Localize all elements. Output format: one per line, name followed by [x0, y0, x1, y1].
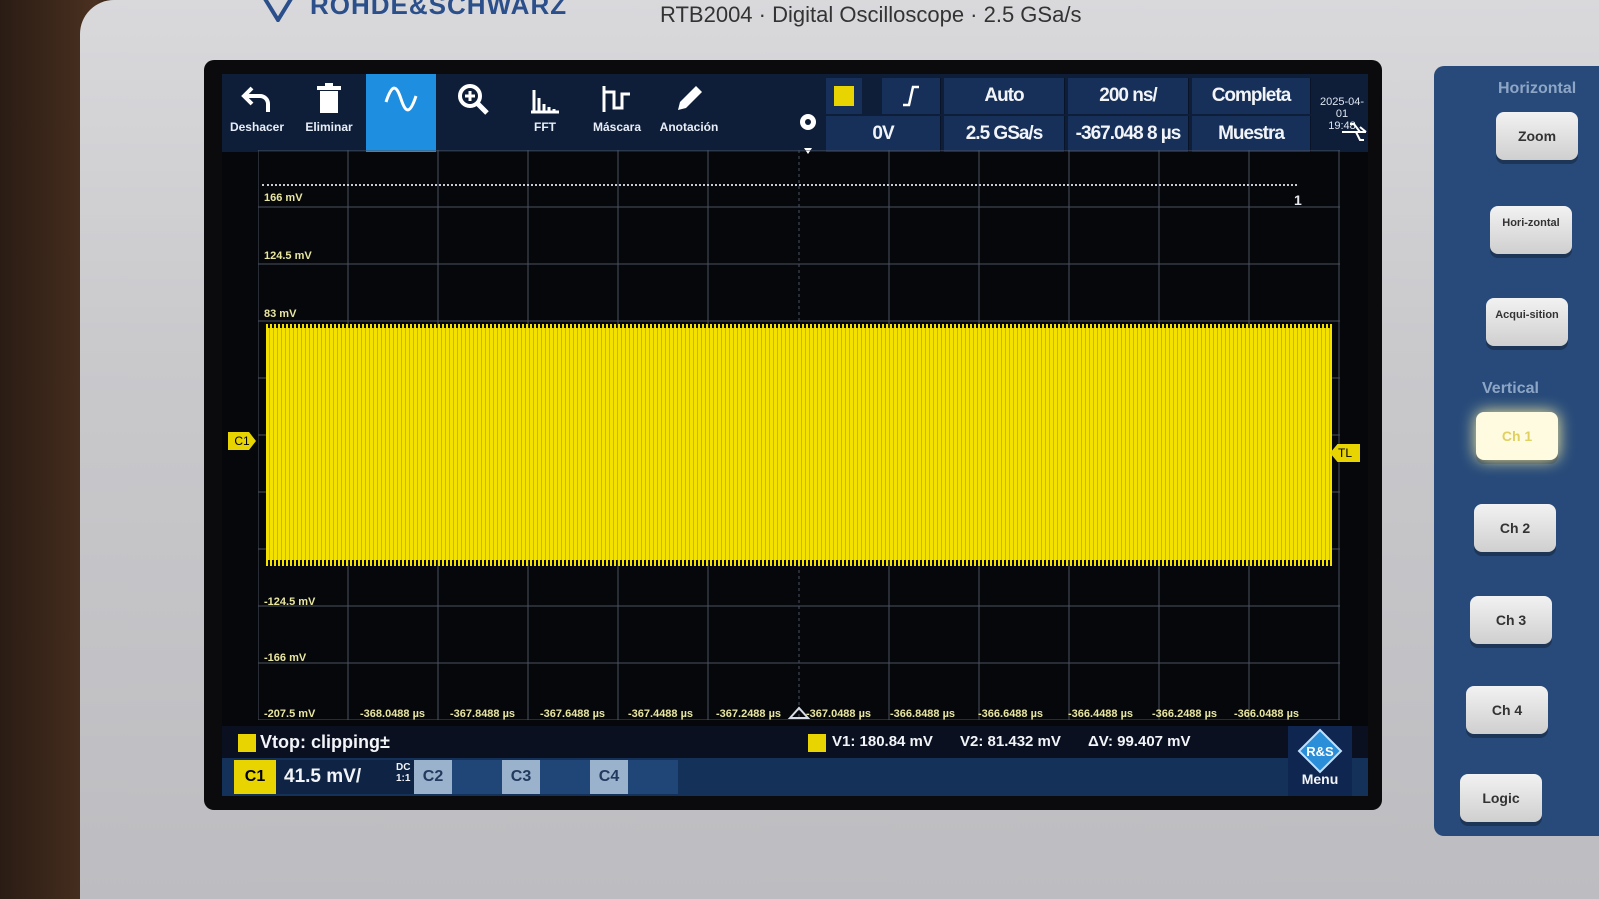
channel-c3-slot[interactable] — [540, 760, 590, 794]
x-label-5: -367.0488 µs — [806, 708, 872, 720]
trigger-source-c1-swatch — [834, 86, 854, 106]
acquisition-type[interactable]: Completa — [1192, 78, 1311, 114]
channel-c2-button[interactable]: C2 — [414, 760, 452, 794]
fft-label: FFT — [534, 120, 556, 134]
brand-bar: ROHDE&SCHWARZ RTB2004 · Digital Oscillos… — [250, 0, 1510, 44]
trash-icon — [317, 83, 341, 113]
y-label-2: 83 mV — [264, 308, 297, 320]
logic-hard-button[interactable]: Logic — [1460, 774, 1542, 822]
clipping-message: Vtop: clipping± — [260, 732, 390, 752]
coupling-label: DC — [396, 762, 411, 773]
channel-c4-button[interactable]: C4 — [590, 760, 628, 794]
usb-icon — [1342, 123, 1367, 141]
cursor-v2[interactable]: V2: 81.432 mV — [960, 733, 1061, 750]
x-label-6: -366.8488 µs — [890, 708, 956, 720]
svg-text:R&S: R&S — [1306, 744, 1334, 759]
rs-logo-icon — [263, 0, 293, 22]
y-label-0: 166 mV — [264, 192, 303, 204]
x-label-9: -366.2488 µs — [1152, 708, 1218, 720]
undo-button[interactable]: Deshacer — [222, 74, 292, 152]
channel-c1-button[interactable]: C1 — [234, 760, 276, 794]
trigger-source-indicator[interactable] — [826, 78, 862, 114]
probe-ratio: 1:1 — [396, 773, 411, 784]
signal-bottom-edge — [266, 558, 1332, 566]
pencil-icon — [678, 86, 702, 110]
cursor-channel-tag — [808, 734, 826, 752]
rising-edge-icon — [903, 85, 919, 107]
side-panel: Horizontal Zoom Hori-zontal Acqui-sition… — [1434, 66, 1599, 836]
zoom-tool-button[interactable] — [438, 74, 508, 152]
x-label-2: -367.6488 µs — [540, 708, 606, 720]
horizontal-hard-button[interactable]: Hori-zontal — [1490, 206, 1572, 254]
zoom-icon — [458, 84, 489, 115]
cursor-delta-v[interactable]: ΔV: 99.407 mV — [1088, 733, 1191, 750]
timebase[interactable]: 200 ns/ — [1068, 78, 1189, 114]
delete-label: Eliminar — [305, 120, 353, 134]
brand-name: ROHDE&SCHWARZ — [310, 0, 568, 20]
channel-c4-slot[interactable] — [628, 760, 678, 794]
horizontal-header: Horizontal — [1498, 80, 1577, 97]
reference-tag: 1 — [1294, 192, 1302, 208]
ch3-hard-button[interactable]: Ch 3 — [1470, 596, 1552, 644]
x-label-3: -367.4488 µs — [628, 708, 694, 720]
time-offset[interactable]: -367.048 8 µs — [1068, 116, 1189, 152]
x-label-10: -366.0488 µs — [1234, 708, 1300, 720]
y-label-4: -166 mV — [264, 652, 307, 664]
fft-icon — [531, 90, 559, 114]
mask-label: Máscara — [592, 120, 642, 134]
x-label-0: -368.0488 µs — [360, 708, 426, 720]
waveform-button[interactable] — [366, 74, 436, 152]
annotation-button[interactable]: Anotación — [654, 74, 724, 152]
y-label-3: -124.5 mV — [264, 596, 316, 608]
trigger-position-icon — [800, 114, 816, 154]
clip-channel-tag — [238, 734, 256, 752]
channel-bar: C1 41.5 mV/ DC 1:1 C2 C3 C4 — [222, 758, 1368, 796]
menu-button[interactable]: R&S Menu — [1288, 726, 1352, 796]
trigger-level-line — [262, 184, 1297, 186]
trigger-mode[interactable]: Auto — [944, 78, 1065, 114]
x-label-1: -367.8488 µs — [450, 708, 516, 720]
c1-waveform — [266, 328, 1332, 560]
waveform-icon — [384, 86, 418, 112]
fft-button[interactable]: FFT — [510, 74, 580, 152]
channel-c2-slot[interactable] — [452, 760, 502, 794]
ch4-hard-button[interactable]: Ch 4 — [1466, 686, 1548, 734]
x-label-7: -366.6488 µs — [978, 708, 1044, 720]
date: 2025-04-01 — [1319, 96, 1365, 120]
y-label-5: -207.5 mV — [264, 708, 316, 720]
y-label-1: 124.5 mV — [264, 250, 312, 262]
trigger-level[interactable]: 0V — [826, 116, 941, 152]
x-label-4: -367.2488 µs — [716, 708, 782, 720]
x-label-8: -366.4488 µs — [1068, 708, 1134, 720]
undo-label: Deshacer — [229, 120, 285, 134]
oscilloscope-screen: Deshacer Eliminar FFT Máscara Anotación — [222, 74, 1368, 796]
measurement-bar: Vtop: clipping± V1: 180.84 mV V2: 81.432… — [222, 726, 1368, 758]
acquisition-hard-button[interactable]: Acqui-sition — [1486, 298, 1568, 346]
annotation-label: Anotación — [659, 120, 719, 134]
vertical-header: Vertical — [1482, 380, 1539, 397]
model-line: RTB2004 · Digital Oscilloscope · 2.5 GSa… — [660, 2, 1082, 27]
mask-icon — [602, 86, 630, 112]
sample-rate[interactable]: 2.5 GSa/s — [944, 116, 1065, 152]
delete-button[interactable]: Eliminar — [294, 74, 364, 152]
toolbar: Deshacer Eliminar FFT Máscara Anotación — [222, 74, 1368, 154]
trigger-slope[interactable] — [882, 78, 941, 114]
acquisition-mode[interactable]: Muestra — [1192, 116, 1311, 152]
ch1-hard-button[interactable]: Ch 1 — [1476, 412, 1558, 460]
zoom-hard-button[interactable]: Zoom — [1496, 112, 1578, 160]
channel-c1-coupling: DC 1:1 — [396, 762, 410, 796]
cursor-v1[interactable]: V1: 180.84 mV — [832, 733, 933, 750]
ch2-hard-button[interactable]: Ch 2 — [1474, 504, 1556, 552]
undo-icon — [241, 86, 270, 112]
rs-menu-icon: R&S — [1297, 728, 1343, 774]
c1-offset-marker[interactable]: C1 — [228, 432, 256, 450]
channel-c3-button[interactable]: C3 — [502, 760, 540, 794]
mask-button[interactable]: Máscara — [582, 74, 652, 152]
